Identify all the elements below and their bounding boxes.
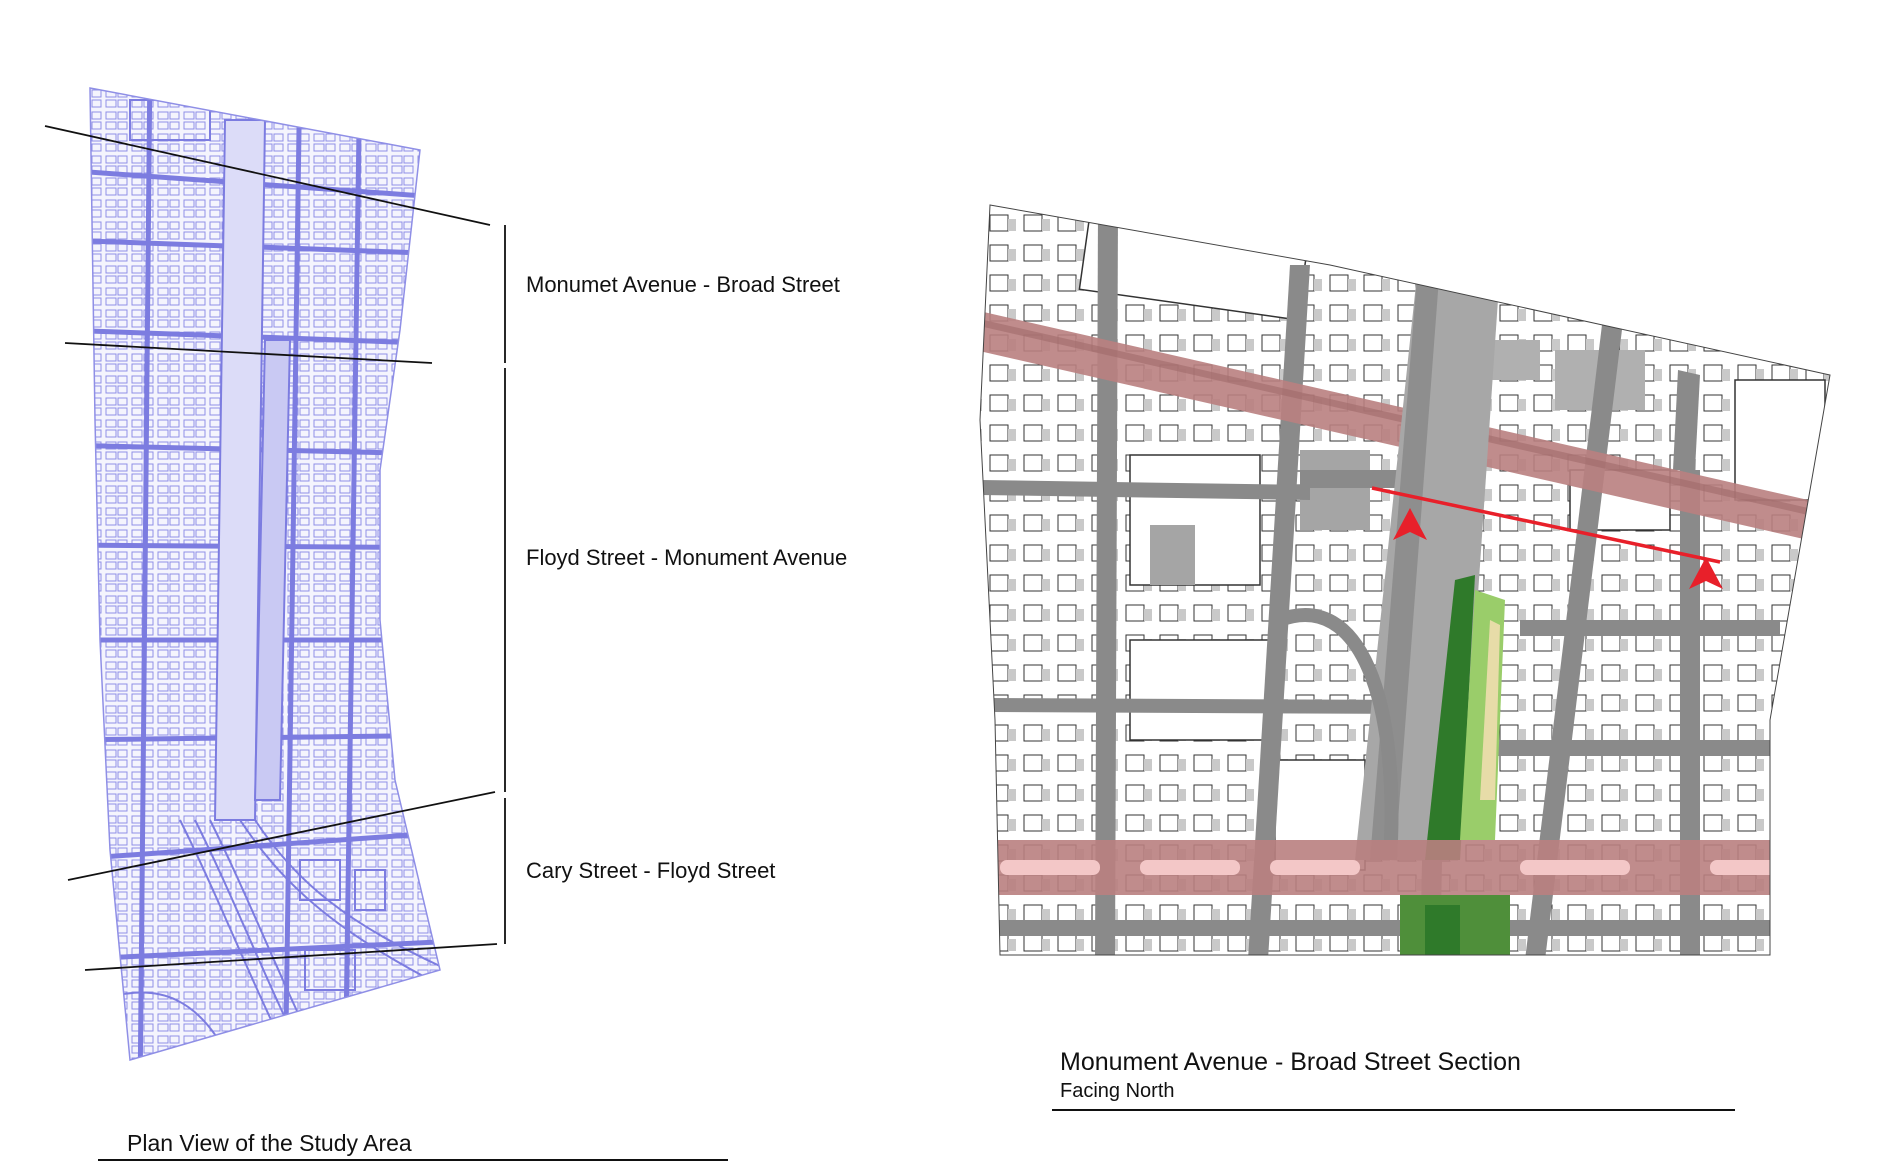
plan-view-caption-underline [98,1159,728,1161]
segment-label-monument-broad: Monumet Avenue - Broad Street [526,272,840,297]
section-title-underline [1052,1109,1735,1111]
plan-view-caption: Plan View of the Study Area [127,1130,412,1156]
section-title: Monument Avenue - Broad Street Section [1060,1048,1521,1076]
segment-label-floyd-monument: Floyd Street - Monument Avenue [526,545,848,570]
segment-label-cary-floyd: Cary Street - Floyd Street [526,858,776,883]
plan-view-map [44,87,506,1061]
section-subtitle: Facing North [1060,1080,1175,1102]
